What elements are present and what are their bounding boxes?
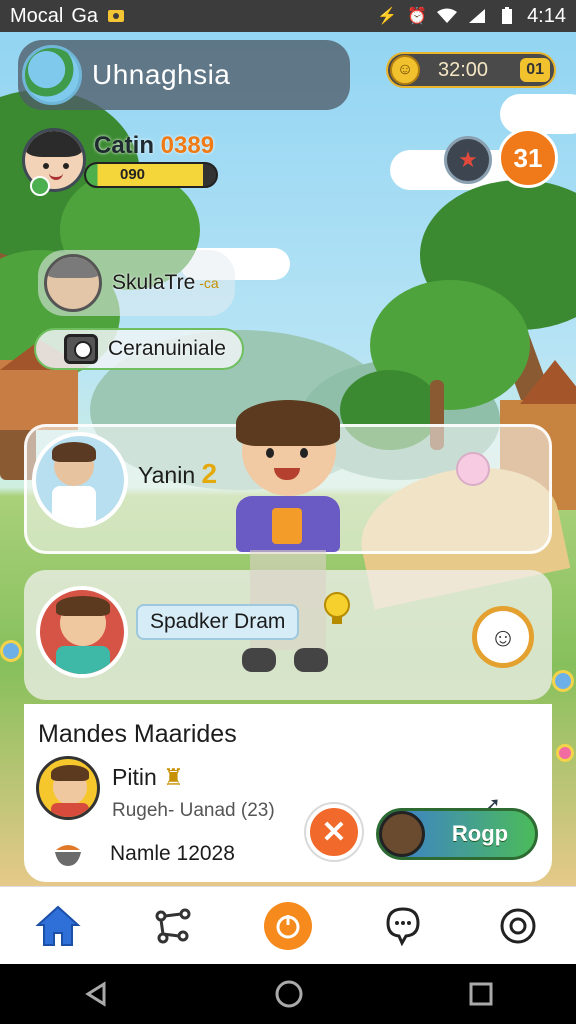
player-badge-icon bbox=[30, 176, 50, 196]
photo-icon bbox=[106, 7, 126, 25]
globe-icon bbox=[22, 45, 82, 105]
wifi-icon bbox=[437, 7, 458, 25]
clock-time: 4:14 bbox=[527, 4, 566, 27]
avatar-hair bbox=[25, 131, 83, 158]
signal-icon bbox=[467, 7, 487, 25]
flowers bbox=[0, 640, 22, 662]
level-badge[interactable]: 31 bbox=[498, 128, 558, 188]
hero-character bbox=[228, 400, 358, 690]
camera-icon bbox=[64, 334, 98, 364]
character-number: 2 bbox=[201, 458, 218, 489]
close-button[interactable]: ✕ bbox=[306, 804, 362, 860]
system-nav-bar bbox=[0, 964, 576, 1024]
nav-home[interactable] bbox=[30, 898, 86, 954]
carrier-label: Mocal bbox=[10, 4, 64, 27]
nav-settings[interactable] bbox=[490, 898, 546, 954]
chat-icon bbox=[386, 906, 420, 946]
carrier-extra: Ga bbox=[71, 4, 99, 27]
recents-icon[interactable] bbox=[468, 981, 494, 1007]
timer-nav-button bbox=[263, 901, 312, 950]
speaker-name-tag: Spadker Dram bbox=[136, 604, 300, 640]
quest-avatar bbox=[44, 254, 102, 312]
quest-bubble: SkulaTre -ca bbox=[38, 250, 235, 316]
cloud bbox=[500, 94, 576, 134]
info-name: Pitin ♜ bbox=[112, 764, 184, 791]
location-header[interactable]: Uhnaghsia bbox=[18, 40, 350, 110]
home-icon bbox=[34, 905, 81, 946]
go-button[interactable]: Rogp bbox=[376, 808, 538, 860]
info-title: Mandes Maarides bbox=[38, 720, 237, 748]
target-icon[interactable]: ★ bbox=[444, 136, 492, 184]
house bbox=[0, 360, 78, 430]
vibrate-icon: ⚡ bbox=[377, 8, 398, 25]
info-name-text: Pitin bbox=[112, 764, 157, 790]
speaker-portrait[interactable] bbox=[36, 586, 128, 678]
xp-bar: 090 bbox=[84, 162, 218, 188]
bottom-nav bbox=[0, 886, 576, 964]
player-name-text: Catin bbox=[94, 132, 154, 159]
quest-item[interactable]: SkulaTre -ca bbox=[38, 250, 235, 316]
alarm-icon: ⏰ bbox=[407, 8, 428, 25]
info-avatar[interactable] bbox=[36, 756, 100, 820]
character-name: Yanin bbox=[138, 462, 196, 488]
quest-label: Ceranuiniale bbox=[108, 337, 226, 360]
battery-icon bbox=[497, 7, 517, 25]
coin-icon: ☺ bbox=[390, 55, 420, 85]
power-icon bbox=[276, 914, 300, 938]
quest-bubble: Ceranuiniale bbox=[34, 328, 244, 370]
player-name: Catin 0389 bbox=[94, 132, 214, 160]
player-score: 0389 bbox=[160, 132, 215, 159]
back-icon[interactable] bbox=[82, 980, 110, 1008]
nav-route[interactable] bbox=[145, 898, 201, 954]
close-icon: ✕ bbox=[321, 815, 347, 849]
target-nav-icon bbox=[500, 908, 536, 943]
status-bar: Mocal Ga ⚡ ⏰ 4:14 bbox=[0, 0, 576, 32]
bowl-icon bbox=[54, 840, 82, 870]
avatar-mouth bbox=[49, 173, 63, 180]
avatar-eye bbox=[43, 163, 49, 169]
route-icon bbox=[155, 908, 191, 943]
quest-item[interactable]: Ceranuiniale bbox=[34, 328, 244, 370]
location-name: Uhnaghsia bbox=[92, 59, 231, 90]
quest-extra: -ca bbox=[199, 275, 219, 291]
timer-badge: 01 bbox=[520, 58, 550, 82]
character-portrait[interactable] bbox=[32, 432, 128, 528]
avatar-eye bbox=[63, 163, 69, 169]
nav-timer[interactable] bbox=[260, 898, 316, 954]
mask-icon[interactable]: ☺ bbox=[472, 606, 534, 668]
trophy-icon: ♜ bbox=[163, 764, 184, 790]
flowers bbox=[552, 670, 574, 692]
home-system-icon[interactable] bbox=[274, 979, 304, 1009]
info-subtitle: Rugeh- Uanad (23) bbox=[112, 800, 275, 821]
flowers bbox=[556, 744, 574, 762]
info-extra: Namle 12028 bbox=[110, 842, 235, 865]
go-avatar bbox=[379, 811, 425, 857]
timer-text: 32:00 bbox=[438, 58, 489, 81]
character-label: Yanin 2 bbox=[138, 458, 217, 490]
info-card: Mandes Maarides Pitin ♜ Rugeh- Uanad (23… bbox=[24, 704, 552, 882]
go-label: Rogp bbox=[451, 821, 509, 846]
quest-label: SkulaTre bbox=[112, 271, 196, 294]
nav-chat[interactable] bbox=[375, 898, 431, 954]
timer-display[interactable]: ☺ 32:00 01 bbox=[386, 52, 556, 88]
lightbulb-icon bbox=[322, 592, 352, 628]
xp-text: 090 bbox=[120, 166, 146, 183]
